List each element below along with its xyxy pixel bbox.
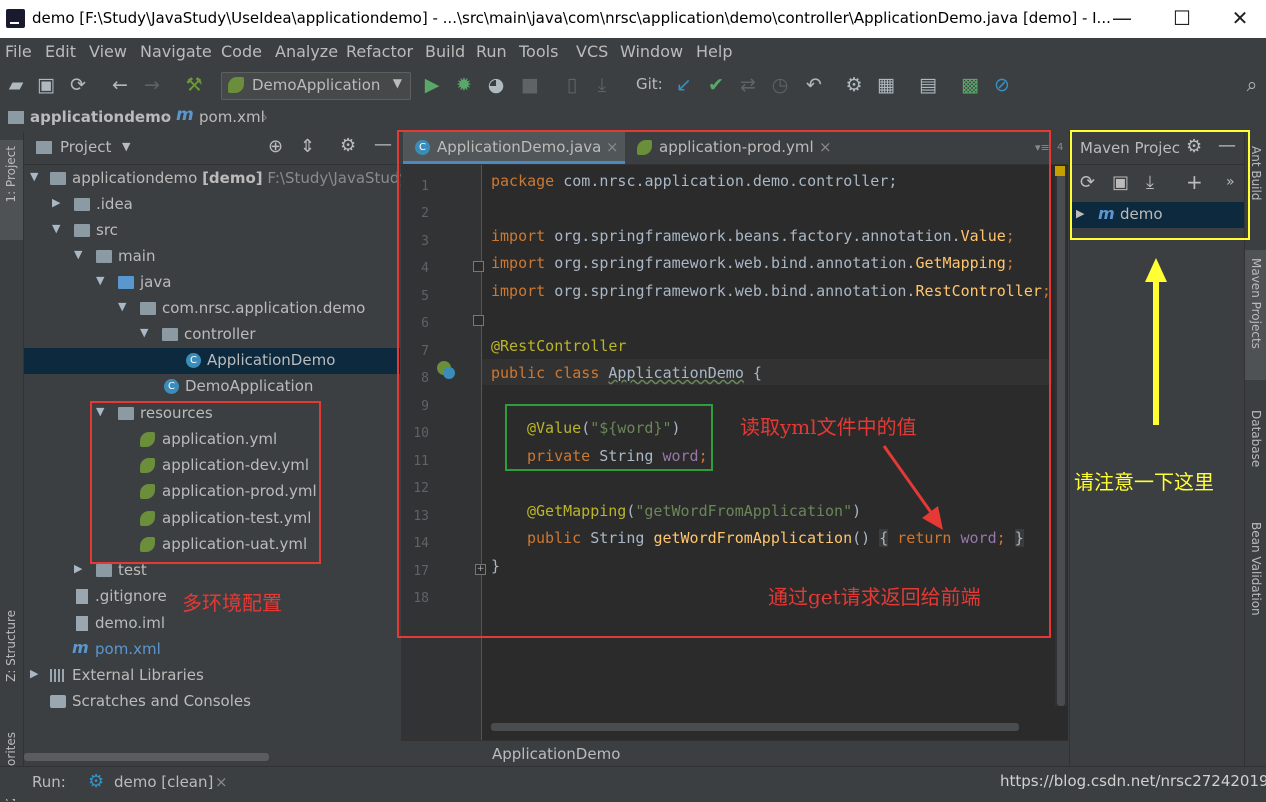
red-arrow xyxy=(882,445,943,530)
yellow-arrow xyxy=(1145,258,1167,425)
annotation-arrows xyxy=(882,258,1167,530)
